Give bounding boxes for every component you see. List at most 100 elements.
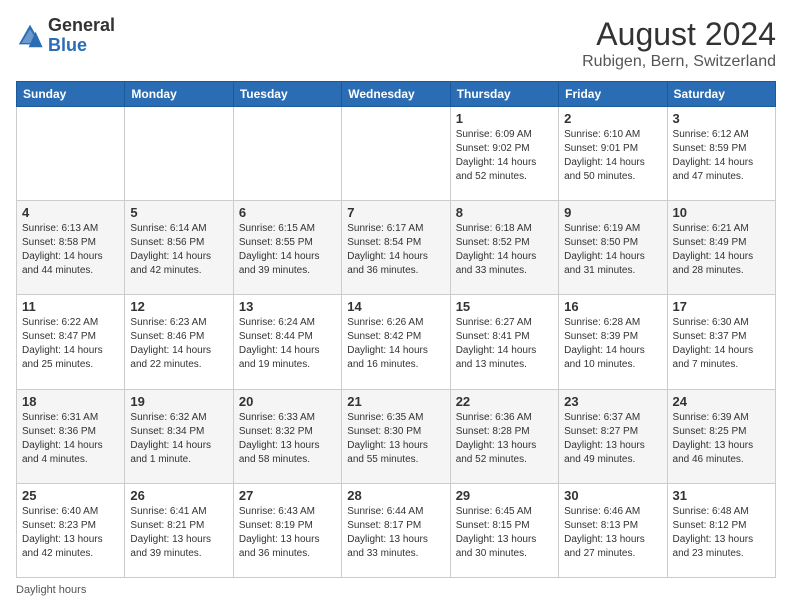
calendar-cell: 23Sunrise: 6:37 AM Sunset: 8:27 PM Dayli…: [559, 389, 667, 483]
logo-blue: Blue: [48, 35, 87, 55]
day-number: 9: [564, 205, 661, 220]
day-number: 7: [347, 205, 444, 220]
subtitle: Rubigen, Bern, Switzerland: [582, 53, 776, 71]
calendar-cell: 16 Sunrise: 6:28 AM Sunset: 8:39 PM Dayli…: [559, 295, 667, 389]
calendar-cell: 26 Sunrise: 6:41 AM Sunset: 8:21 PM Dayli…: [125, 483, 233, 577]
day-info: Sunrise: 6:10 AM Sunset: 9:01 PM Dayligh…: [564, 128, 661, 184]
calendar-cell: 14 Sunrise: 6:26 AM Sunset: 8:42 PM Dayli…: [342, 295, 450, 389]
calendar-cell: 9 Sunrise: 6:19 AM Sunset: 8:50 PM Daylig…: [559, 201, 667, 295]
day-number: 18: [22, 394, 119, 409]
day-number: 6: [239, 205, 336, 220]
day-number: 17: [673, 299, 770, 314]
footer-note-text: Daylight hours: [16, 584, 86, 596]
calendar-cell: 18Sunrise: 6:31 AM Sunset: 8:36 PM Dayli…: [17, 389, 125, 483]
day-number: 19: [130, 394, 227, 409]
calendar-week-row: 25Sunrise: 6:40 AM Sunset: 8:23 PM Dayli…: [17, 483, 776, 577]
calendar-header-saturday: Saturday: [667, 82, 775, 107]
day-number: 10: [673, 205, 770, 220]
day-info: Sunrise: 6:21 AM Sunset: 8:49 PM Dayligh…: [673, 222, 770, 278]
day-number: 2: [564, 111, 661, 126]
day-info: Sunrise: 6:37 AM Sunset: 8:27 PM Dayligh…: [564, 411, 661, 467]
day-number: 30: [564, 488, 661, 503]
day-info: Sunrise: 6:39 AM Sunset: 8:25 PM Dayligh…: [673, 411, 770, 467]
calendar-header-monday: Monday: [125, 82, 233, 107]
day-number: 14: [347, 299, 444, 314]
day-info: Sunrise: 6:36 AM Sunset: 8:28 PM Dayligh…: [456, 411, 553, 467]
calendar-cell: 29 Sunrise: 6:45 AM Sunset: 8:15 PM Dayli…: [450, 483, 558, 577]
calendar-cell: [233, 107, 341, 201]
day-number: 12: [130, 299, 227, 314]
day-info: Sunrise: 6:32 AM Sunset: 8:34 PM Dayligh…: [130, 411, 227, 467]
calendar-cell: 27 Sunrise: 6:43 AM Sunset: 8:19 PM Dayli…: [233, 483, 341, 577]
day-info: Sunrise: 6:40 AM Sunset: 8:23 PM Dayligh…: [22, 505, 119, 561]
calendar-cell: 8 Sunrise: 6:18 AM Sunset: 8:52 PM Daylig…: [450, 201, 558, 295]
calendar-cell: 15 Sunrise: 6:27 AM Sunset: 8:41 PM Dayli…: [450, 295, 558, 389]
day-number: 22: [456, 394, 553, 409]
calendar-cell: 17Sunrise: 6:30 AM Sunset: 8:37 PM Dayli…: [667, 295, 775, 389]
calendar-cell: 2 Sunrise: 6:10 AM Sunset: 9:01 PM Daylig…: [559, 107, 667, 201]
logo-text: General Blue: [48, 16, 115, 56]
calendar-cell: [17, 107, 125, 201]
day-info: Sunrise: 6:46 AM Sunset: 8:13 PM Dayligh…: [564, 505, 661, 561]
calendar-cell: 13Sunrise: 6:24 AM Sunset: 8:44 PM Dayli…: [233, 295, 341, 389]
day-info: Sunrise: 6:27 AM Sunset: 8:41 PM Dayligh…: [456, 316, 553, 372]
day-number: 4: [22, 205, 119, 220]
day-number: 15: [456, 299, 553, 314]
day-number: 16: [564, 299, 661, 314]
calendar-header-thursday: Thursday: [450, 82, 558, 107]
main-title: August 2024: [582, 16, 776, 53]
footer-note: Daylight hours: [16, 584, 776, 596]
calendar-header-tuesday: Tuesday: [233, 82, 341, 107]
calendar-week-row: 1Sunrise: 6:09 AM Sunset: 9:02 PM Daylig…: [17, 107, 776, 201]
logo-general: General: [48, 15, 115, 35]
day-info: Sunrise: 6:19 AM Sunset: 8:50 PM Dayligh…: [564, 222, 661, 278]
day-info: Sunrise: 6:43 AM Sunset: 8:19 PM Dayligh…: [239, 505, 336, 561]
day-number: 29: [456, 488, 553, 503]
day-number: 27: [239, 488, 336, 503]
calendar-week-row: 11Sunrise: 6:22 AM Sunset: 8:47 PM Dayli…: [17, 295, 776, 389]
day-info: Sunrise: 6:33 AM Sunset: 8:32 PM Dayligh…: [239, 411, 336, 467]
day-info: Sunrise: 6:18 AM Sunset: 8:52 PM Dayligh…: [456, 222, 553, 278]
day-number: 8: [456, 205, 553, 220]
calendar-cell: 12 Sunrise: 6:23 AM Sunset: 8:46 PM Dayli…: [125, 295, 233, 389]
day-number: 26: [130, 488, 227, 503]
header: General Blue August 2024 Rubigen, Bern, …: [16, 16, 776, 71]
calendar-cell: 24 Sunrise: 6:39 AM Sunset: 8:25 PM Dayli…: [667, 389, 775, 483]
day-number: 21: [347, 394, 444, 409]
calendar-cell: 22 Sunrise: 6:36 AM Sunset: 8:28 PM Dayli…: [450, 389, 558, 483]
calendar-header-friday: Friday: [559, 82, 667, 107]
page: General Blue August 2024 Rubigen, Bern, …: [0, 0, 792, 612]
calendar-cell: [342, 107, 450, 201]
calendar-cell: 11Sunrise: 6:22 AM Sunset: 8:47 PM Dayli…: [17, 295, 125, 389]
day-info: Sunrise: 6:13 AM Sunset: 8:58 PM Dayligh…: [22, 222, 119, 278]
day-info: Sunrise: 6:41 AM Sunset: 8:21 PM Dayligh…: [130, 505, 227, 561]
calendar-header-wednesday: Wednesday: [342, 82, 450, 107]
day-info: Sunrise: 6:26 AM Sunset: 8:42 PM Dayligh…: [347, 316, 444, 372]
day-info: Sunrise: 6:09 AM Sunset: 9:02 PM Dayligh…: [456, 128, 553, 184]
day-info: Sunrise: 6:44 AM Sunset: 8:17 PM Dayligh…: [347, 505, 444, 561]
day-info: Sunrise: 6:24 AM Sunset: 8:44 PM Dayligh…: [239, 316, 336, 372]
calendar-cell: 1Sunrise: 6:09 AM Sunset: 9:02 PM Daylig…: [450, 107, 558, 201]
logo: General Blue: [16, 16, 115, 56]
calendar-cell: 7 Sunrise: 6:17 AM Sunset: 8:54 PM Daylig…: [342, 201, 450, 295]
calendar-cell: 6 Sunrise: 6:15 AM Sunset: 8:55 PM Daylig…: [233, 201, 341, 295]
calendar-cell: 4 Sunrise: 6:13 AM Sunset: 8:58 PM Daylig…: [17, 201, 125, 295]
calendar-cell: 28Sunrise: 6:44 AM Sunset: 8:17 PM Dayli…: [342, 483, 450, 577]
day-info: Sunrise: 6:45 AM Sunset: 8:15 PM Dayligh…: [456, 505, 553, 561]
calendar-cell: 21 Sunrise: 6:35 AM Sunset: 8:30 PM Dayli…: [342, 389, 450, 483]
calendar-cell: [125, 107, 233, 201]
day-info: Sunrise: 6:15 AM Sunset: 8:55 PM Dayligh…: [239, 222, 336, 278]
day-info: Sunrise: 6:35 AM Sunset: 8:30 PM Dayligh…: [347, 411, 444, 467]
day-number: 24: [673, 394, 770, 409]
calendar-week-row: 4 Sunrise: 6:13 AM Sunset: 8:58 PM Daylig…: [17, 201, 776, 295]
day-info: Sunrise: 6:28 AM Sunset: 8:39 PM Dayligh…: [564, 316, 661, 372]
day-info: Sunrise: 6:17 AM Sunset: 8:54 PM Dayligh…: [347, 222, 444, 278]
calendar-cell: 30 Sunrise: 6:46 AM Sunset: 8:13 PM Dayli…: [559, 483, 667, 577]
day-number: 11: [22, 299, 119, 314]
calendar-cell: 10 Sunrise: 6:21 AM Sunset: 8:49 PM Dayli…: [667, 201, 775, 295]
day-info: Sunrise: 6:23 AM Sunset: 8:46 PM Dayligh…: [130, 316, 227, 372]
title-block: August 2024 Rubigen, Bern, Switzerland: [582, 16, 776, 71]
day-info: Sunrise: 6:14 AM Sunset: 8:56 PM Dayligh…: [130, 222, 227, 278]
day-info: Sunrise: 6:48 AM Sunset: 8:12 PM Dayligh…: [673, 505, 770, 561]
day-number: 3: [673, 111, 770, 126]
